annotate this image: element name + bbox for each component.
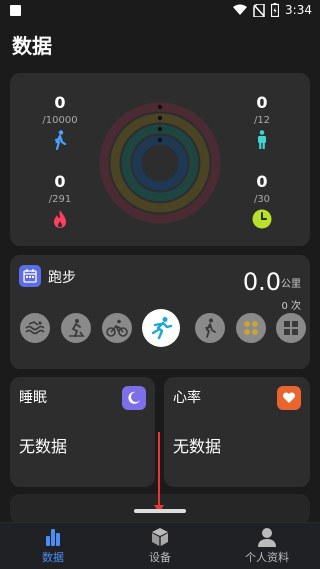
moon-icon — [122, 386, 146, 410]
climbing-icon[interactable] — [236, 313, 266, 343]
heart-rate-card[interactable]: 心率 无数据 — [164, 377, 310, 487]
tab-profile[interactable]: 个人资料 — [214, 527, 320, 565]
cube-icon — [152, 528, 168, 546]
notification-icon — [10, 5, 21, 16]
exercise-goal: /30 — [253, 194, 271, 205]
exercise-stat: 0 /30 — [227, 173, 297, 229]
running-icon[interactable] — [142, 309, 180, 347]
clock-icon — [252, 209, 272, 229]
sport-name: 跑步 — [48, 270, 76, 286]
walking-icon — [54, 130, 67, 150]
heart-icon — [277, 386, 301, 410]
tab-data-label: 数据 — [42, 551, 64, 564]
heart-value: 无数据 — [173, 437, 222, 456]
steps-goal: /10000 — [42, 115, 78, 126]
elliptical-icon[interactable] — [61, 313, 91, 343]
heart-title: 心率 — [173, 390, 201, 406]
status-bar: 3:34 — [0, 0, 320, 24]
distance-unit: 公里 — [281, 279, 301, 290]
clock: 3:34 — [285, 3, 312, 17]
bar-chart-icon — [46, 529, 60, 546]
sport-card[interactable]: 跑步 0.0 公里 0 次 — [10, 255, 310, 369]
calories-stat: 0 /291 — [25, 173, 95, 229]
calories-value: 0 — [54, 172, 66, 191]
battery-icon — [271, 3, 280, 17]
sleep-card[interactable]: 睡眠 无数据 — [10, 377, 155, 487]
annotation-arrow-line — [158, 432, 160, 510]
tab-device[interactable]: 设备 — [107, 527, 213, 565]
calories-goal: /291 — [48, 194, 72, 205]
activity-summary-card[interactable]: 0 /10000 0 /291 0 /12 0 /30 — [10, 73, 310, 246]
tab-device-label: 设备 — [149, 551, 171, 564]
stand-goal: /12 — [253, 115, 271, 126]
activity-rings — [99, 102, 221, 224]
sleep-title: 睡眠 — [19, 390, 47, 406]
stand-stat: 0 /12 — [227, 94, 297, 150]
walking-sport-icon[interactable] — [195, 313, 225, 343]
sport-type-selector — [20, 309, 306, 349]
wifi-icon — [233, 4, 248, 15]
stand-value: 0 — [256, 93, 268, 112]
steps-value: 0 — [54, 93, 66, 112]
tab-data[interactable]: 数据 — [0, 527, 106, 565]
sleep-value: 无数据 — [19, 437, 68, 456]
exercise-value: 0 — [256, 172, 268, 191]
sport-distance: 0.0 — [242, 268, 281, 296]
steps-stat: 0 /10000 — [25, 94, 95, 150]
sport-count: 0 次 — [281, 301, 301, 312]
no-sim-icon — [253, 3, 265, 17]
flame-icon — [54, 210, 66, 228]
swim-icon[interactable] — [20, 313, 50, 343]
standing-person-icon — [258, 130, 266, 149]
calendar-icon — [19, 265, 41, 287]
more-sports-icon[interactable] — [276, 313, 306, 343]
bottom-tab-bar: 数据 设备 个人资料 — [0, 522, 320, 569]
page-title: 数据 — [12, 34, 52, 58]
tab-profile-label: 个人资料 — [245, 551, 289, 564]
drag-handle[interactable] — [134, 509, 186, 513]
cycling-icon[interactable] — [102, 313, 132, 343]
person-icon — [258, 528, 276, 547]
